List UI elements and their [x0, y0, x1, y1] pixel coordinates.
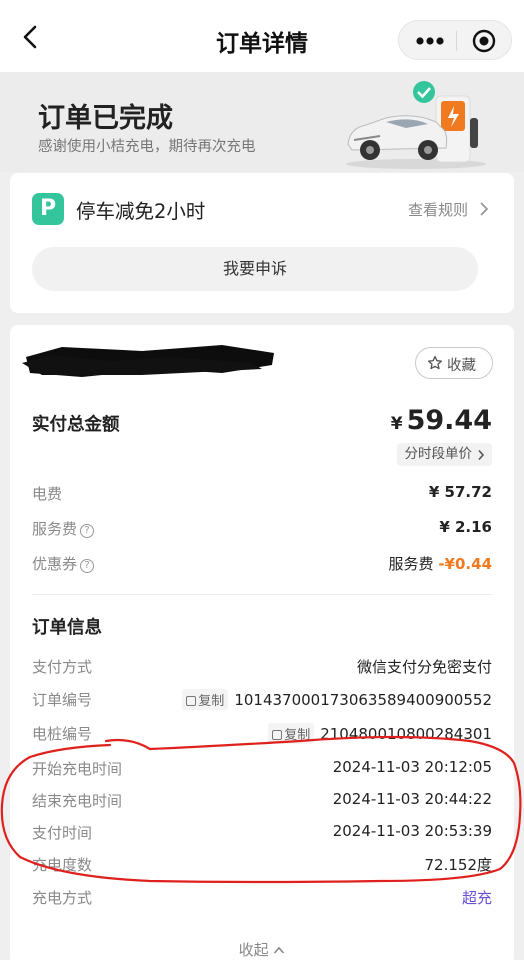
collapse-button[interactable]: 收起	[10, 939, 514, 960]
order-number-value: 复制 1014370001730635894009005​52	[182, 689, 492, 710]
collapse-label: 收起	[238, 941, 269, 959]
payment-time-value: 2024-11-03 20:53:39	[332, 822, 492, 840]
ev-car-charger-illustration	[346, 81, 486, 169]
coupon-label: 优惠券	[32, 555, 78, 573]
favorite-label: 收藏	[447, 358, 476, 374]
coupon-discount: -¥0.44	[438, 555, 492, 573]
more-dots-icon[interactable]	[413, 30, 447, 52]
pile-number: 210480010800284301	[320, 725, 492, 743]
redacted-station-name	[22, 345, 274, 377]
order-status: 订单已完成	[38, 103, 173, 134]
parking-discount-title: 停车减免2小时	[76, 200, 206, 223]
order-status-banner: 订单已完成 感谢使用小桔充电，期待再次充电	[0, 72, 524, 172]
end-time-value: 2024-11-03 20:44:22	[332, 790, 492, 808]
close-target-icon[interactable]	[471, 28, 497, 54]
service-fee-value: ¥ 2.16	[439, 518, 492, 536]
payment-method-label: 支付方式	[32, 658, 93, 676]
pile-number-value: 复制 210480010800284301	[268, 723, 492, 744]
end-time-label: 结束充电时间	[32, 792, 123, 810]
view-rules-label: 查看规则	[407, 201, 468, 219]
parking-discount-card: P 停车减免2小时 查看规则 我要申诉	[10, 173, 514, 313]
copy-label: 复制	[284, 728, 311, 743]
copy-pile-number-button[interactable]: 复制	[268, 723, 315, 744]
copy-order-number-button[interactable]: 复制	[182, 689, 229, 710]
total-paid-value: ¥59.44	[391, 405, 492, 436]
payment-method-value: 微信支付分免密支付	[356, 658, 492, 676]
chevron-right-icon	[478, 449, 485, 461]
service-fee-label: 服务费	[32, 520, 78, 538]
chevron-right-icon	[480, 202, 489, 216]
order-number: 1014370001730635894009005​52	[234, 691, 492, 709]
total-amount: 59.44	[406, 405, 492, 436]
energy-kwh-label: 充电度数	[32, 856, 93, 874]
total-paid-label: 实付总金额	[32, 415, 120, 435]
currency-symbol: ¥	[390, 414, 403, 434]
payment-time-label: 支付时间	[32, 824, 93, 842]
pile-number-label: 电桩编号	[32, 725, 93, 743]
mini-program-capsule	[398, 20, 512, 60]
charge-mode-label: 充电方式	[32, 889, 93, 907]
nav-bar: 订单详情	[0, 0, 524, 72]
copy-icon	[272, 730, 283, 740]
help-circle-icon[interactable]: ?	[80, 524, 95, 538]
favorite-button[interactable]: 收藏	[415, 347, 493, 379]
electricity-fee-value: ¥ 57.72	[428, 483, 492, 501]
section-divider	[32, 594, 492, 595]
start-time-label: 开始充电时间	[32, 760, 123, 778]
service-fee-row: 服务费?	[32, 518, 95, 539]
star-icon	[427, 355, 443, 370]
order-info-title: 订单信息	[32, 618, 102, 638]
coupon-target: 服务费	[388, 555, 434, 573]
charge-mode-value: 超充	[461, 889, 492, 907]
time-of-day-price-button[interactable]: 分时段单价	[396, 443, 492, 466]
copy-icon	[186, 696, 197, 706]
time-of-day-price-label: 分时段单价	[404, 446, 473, 462]
start-time-value: 2024-11-03 20:12:05	[332, 758, 492, 776]
capsule-divider	[456, 31, 457, 51]
coupon-value: 服务费 -¥0.44	[389, 553, 492, 574]
appeal-button[interactable]: 我要申诉	[32, 247, 478, 291]
thanks-message: 感谢使用小桔充电，期待再次充电	[38, 139, 256, 155]
electricity-fee-label: 电费	[32, 485, 63, 503]
order-number-label: 订单编号	[32, 691, 93, 709]
help-circle-icon[interactable]: ?	[80, 559, 95, 573]
coupon-row: 优惠券?	[32, 553, 95, 574]
order-detail-card: 收藏 实付总金额 ¥59.44 分时段单价 电费 ¥ 57.72 服务费? ¥ …	[10, 325, 514, 960]
chevron-up-icon	[274, 946, 285, 954]
copy-label: 复制	[198, 694, 225, 709]
parking-p-icon: P	[32, 193, 64, 225]
energy-kwh-value: 72.152度	[424, 856, 493, 874]
